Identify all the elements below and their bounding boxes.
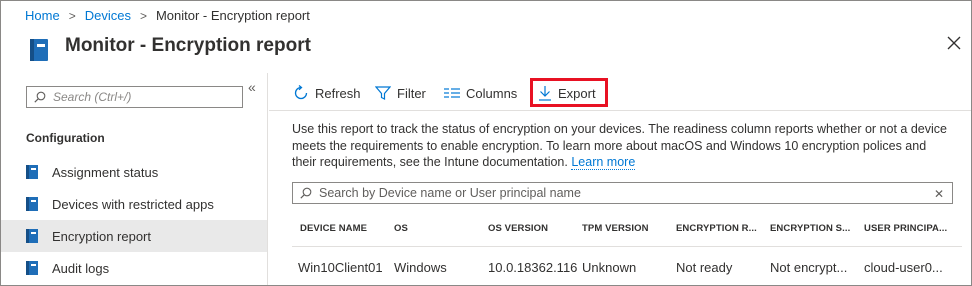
sidebar-item-devices-with-restricted-apps[interactable]: Devices with restricted apps	[1, 188, 267, 220]
chevron-right-icon: >	[68, 8, 76, 23]
breadcrumb: Home > Devices > Monitor - Encryption re…	[25, 8, 310, 23]
column-header-device-name[interactable]: DEVICE NAME	[300, 223, 367, 234]
book-icon	[26, 229, 38, 243]
refresh-label: Refresh	[315, 85, 361, 101]
toolbar: Refresh Filter Columns Export	[269, 73, 971, 111]
cell-user-principal-name: cloud-user0...	[864, 260, 943, 275]
book-icon	[28, 39, 50, 66]
section-label-configuration: Configuration	[26, 131, 105, 145]
sidebar-search	[26, 86, 243, 108]
columns-label: Columns	[466, 85, 518, 101]
refresh-button[interactable]: Refresh	[293, 81, 361, 105]
book-icon	[26, 165, 38, 179]
columns-icon	[444, 87, 460, 99]
breadcrumb-current: Monitor - Encryption report	[155, 8, 310, 23]
table-row[interactable]: Win10Client01 Windows 10.0.18362.116 Unk…	[292, 257, 962, 281]
cell-os-version: 10.0.18362.116	[488, 260, 578, 275]
cell-encryption-readiness: Not ready	[676, 260, 733, 275]
sidebar-item-label: Devices with restricted apps	[52, 196, 214, 212]
collapse-sidebar-icon[interactable]: «	[248, 79, 256, 95]
column-header-os-version[interactable]: OS VERSION	[488, 223, 548, 234]
column-header-encryption-status[interactable]: ENCRYPTION S...	[770, 223, 850, 234]
cell-os: Windows	[394, 260, 447, 275]
cell-tpm-version: Unknown	[582, 260, 637, 275]
export-label: Export	[558, 85, 596, 101]
sidebar: « Configuration Assignment status Device…	[1, 73, 268, 285]
column-header-os[interactable]: OS	[394, 223, 408, 234]
column-header-tpm-version[interactable]: TPM VERSION	[582, 223, 649, 234]
breadcrumb-devices-link[interactable]: Devices	[85, 8, 131, 23]
cell-device-name: Win10Client01	[298, 260, 383, 275]
close-icon[interactable]	[946, 35, 964, 53]
blade-header: Monitor - Encryption report	[1, 29, 971, 69]
filter-label: Filter	[397, 85, 426, 101]
export-button[interactable]: Export	[538, 81, 596, 105]
download-icon	[538, 85, 552, 101]
column-header-encryption-readiness[interactable]: ENCRYPTION R...	[676, 223, 757, 234]
sidebar-item-label: Assignment status	[52, 164, 159, 180]
learn-more-link[interactable]: Learn more	[571, 155, 636, 170]
sidebar-item-label: Audit logs	[52, 260, 110, 276]
sidebar-item-label: Encryption report	[52, 228, 151, 244]
clear-search-icon[interactable]: ✕	[934, 187, 944, 201]
search-icon	[300, 187, 312, 199]
filter-icon	[375, 85, 391, 101]
filter-button[interactable]: Filter	[375, 81, 426, 105]
page-title: Monitor - Encryption report	[65, 35, 311, 56]
table-header: DEVICE NAME OS OS VERSION TPM VERSION EN…	[292, 217, 962, 247]
sidebar-item-audit-logs[interactable]: Audit logs	[1, 252, 267, 284]
refresh-icon	[293, 85, 309, 101]
sidebar-item-encryption-report[interactable]: Encryption report	[1, 220, 267, 252]
device-search-input[interactable]	[319, 186, 919, 200]
cell-encryption-status: Not encrypt...	[770, 260, 848, 275]
encryption-report-blade: Home > Devices > Monitor - Encryption re…	[0, 0, 972, 286]
book-icon	[26, 197, 38, 211]
device-search: ✕	[292, 182, 953, 204]
sidebar-search-input[interactable]	[53, 90, 233, 104]
book-icon	[26, 261, 38, 275]
sidebar-item-assignment-status[interactable]: Assignment status	[1, 156, 267, 188]
chevron-right-icon: >	[139, 8, 147, 23]
search-icon	[34, 91, 46, 103]
breadcrumb-home-link[interactable]: Home	[25, 8, 60, 23]
report-description: Use this report to track the status of e…	[292, 121, 952, 171]
columns-button[interactable]: Columns	[444, 81, 517, 105]
column-header-user-principal-name[interactable]: USER PRINCIPA...	[864, 223, 947, 234]
